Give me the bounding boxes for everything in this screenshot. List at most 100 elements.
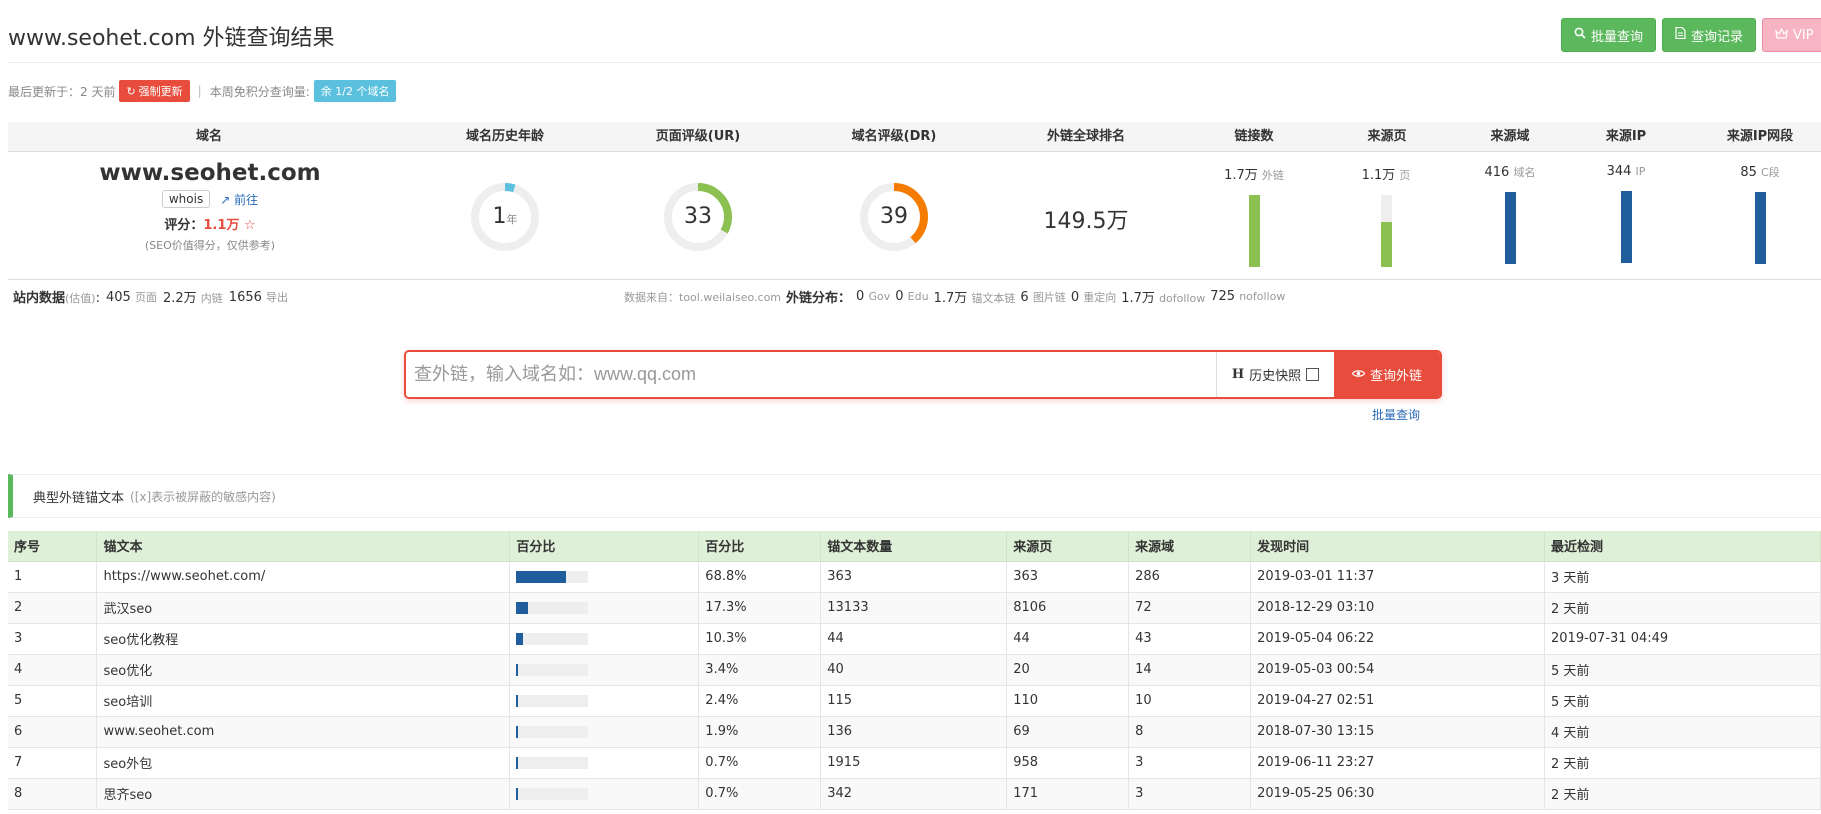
row-ref-domains: 8 xyxy=(1128,716,1252,748)
weekly-free-badge: 余 1/2 个域名 xyxy=(313,80,397,102)
crown-icon xyxy=(1775,27,1788,43)
query-history-button[interactable]: 查询记录 xyxy=(1662,18,1757,52)
col-found-time[interactable]: 发现时间 xyxy=(1250,531,1546,562)
table-row: 2 武汉seo 17.3% 13133 8106 72 2018-12-29 03:10 2 … xyxy=(8,592,1821,624)
ur-gauge: 33 xyxy=(663,182,733,252)
last-update-text: 最后更新于：2 天前 xyxy=(8,84,116,99)
age-gauge: 1年 xyxy=(470,182,540,252)
row-anchor-count: 363 xyxy=(820,561,1008,593)
percent-bar xyxy=(516,756,589,769)
search-submit-label: 查询外链 xyxy=(1369,369,1422,384)
row-anchor-text: https://www.seohet.com/ xyxy=(96,561,511,593)
site-data: 站内数据(估值): 405 页面 2.2万 内链 1656 导出 xyxy=(13,287,289,307)
header-ref-pages: 来源页 xyxy=(1367,129,1407,144)
goto-link[interactable]: ↗ 前往 xyxy=(220,191,258,208)
row-anchor-count: 115 xyxy=(820,685,1008,717)
stats-header: 域名 域名历史年龄 页面评级(UR) 域名评级(DR) 外链全球排名 链接数 来… xyxy=(8,122,1821,152)
table-row: 6 www.seohet.com 1.9% 136 69 8 2018-07-30 13:1… xyxy=(8,716,1821,748)
data-source: 数据来自：tool.weilaiseo.com xyxy=(624,290,782,304)
row-percent: 0.7% xyxy=(698,747,822,779)
document-icon xyxy=(1675,26,1686,43)
score-value: 1.1万 xyxy=(203,218,240,233)
vip-label: VIP xyxy=(1793,27,1814,43)
header-ref-domains: 来源域 xyxy=(1490,129,1530,144)
percent-bar-fill xyxy=(516,632,524,645)
row-ref-pages: 69 xyxy=(1006,716,1130,748)
row-anchor-count: 40 xyxy=(820,654,1008,686)
weekly-free-label: 本周免积分查询量: xyxy=(209,84,310,99)
row-last-checked: 5 天前 xyxy=(1544,654,1821,686)
row-ref-pages: 8106 xyxy=(1006,592,1130,624)
row-percent-bar xyxy=(509,654,700,686)
history-checkbox[interactable] xyxy=(1306,368,1320,381)
row-index: 3 xyxy=(8,623,98,655)
col-last-checked[interactable]: 最近检测 xyxy=(1544,531,1821,562)
search-bar: H 历史快照 查询外链 xyxy=(404,350,1442,399)
dr-value: 39 xyxy=(880,204,908,229)
eye-icon xyxy=(1351,367,1366,382)
site-internal: 2.2万 内链 xyxy=(162,291,223,306)
ref-subnets-bar: 85 C段 xyxy=(1700,164,1820,264)
row-percent: 0.7% xyxy=(698,778,822,810)
col-anchor-text[interactable]: 锚文本 xyxy=(96,531,511,562)
separator: | xyxy=(197,84,202,98)
page-title: www.seohet.com 外链查询结果 xyxy=(8,26,335,51)
row-ref-domains: 14 xyxy=(1128,654,1252,686)
history-snapshot-option[interactable]: H 历史快照 xyxy=(1216,352,1334,397)
row-found-time: 2019-03-01 11:37 xyxy=(1250,561,1546,593)
ref-pages-bar: 1.1万 页 xyxy=(1326,164,1446,267)
row-index: 6 xyxy=(8,716,98,748)
force-update-button[interactable]: ↻ 强制更新 xyxy=(119,80,190,102)
whois-button[interactable]: whois xyxy=(161,190,211,208)
batch-query-link[interactable]: 批量查询 xyxy=(1372,406,1420,423)
col-index[interactable]: 序号 xyxy=(8,531,98,562)
row-percent-bar xyxy=(509,561,700,593)
row-percent: 68.8% xyxy=(698,561,822,593)
row-ref-pages: 363 xyxy=(1006,561,1130,593)
col-anchor-count[interactable]: 锚文本数量 xyxy=(820,531,1008,562)
row-anchor-text: seo培训 xyxy=(96,685,511,717)
header-ref-subnets: 来源IP网段 xyxy=(1726,129,1794,144)
site-outbound: 1656 导出 xyxy=(228,289,289,305)
row-index: 1 xyxy=(8,561,98,593)
header-ur: 页面评级(UR) xyxy=(655,129,741,144)
percent-bar-fill xyxy=(516,663,519,676)
row-percent-bar xyxy=(509,623,700,655)
dist-edu: 0 Edu xyxy=(895,289,929,304)
global-rank-value: 149.5万 xyxy=(1043,209,1129,234)
search-icon xyxy=(1574,27,1586,43)
row-found-time: 2019-05-25 06:30 xyxy=(1250,778,1546,810)
header-rank: 外链全球排名 xyxy=(1046,129,1126,144)
ref-ips-value: 344 IP xyxy=(1606,164,1646,179)
row-ref-domains: 43 xyxy=(1128,623,1252,655)
table-row: 1 https://www.seohet.com/68.8% 363 363 286 20… xyxy=(8,561,1821,593)
col-ref-pages[interactable]: 来源页 xyxy=(1006,531,1130,562)
row-last-checked: 2 天前 xyxy=(1544,778,1821,810)
age-value: 1年 xyxy=(492,204,518,229)
search-input[interactable] xyxy=(406,352,1216,397)
domain-links: whois ↗ 前往 xyxy=(80,190,340,208)
row-found-time: 2019-05-03 00:54 xyxy=(1250,654,1546,686)
star-icon[interactable]: ☆ xyxy=(244,218,256,233)
refresh-icon: ↻ xyxy=(126,84,136,98)
row-percent: 3.4% xyxy=(698,654,822,686)
row-ref-pages: 958 xyxy=(1006,747,1130,779)
percent-bar-fill xyxy=(516,570,567,583)
score-label: 评分： xyxy=(164,218,204,233)
row-anchor-text: 武汉seo xyxy=(96,592,511,624)
vip-button[interactable]: VIP xyxy=(1762,18,1821,52)
row-anchor-count: 1915 xyxy=(820,747,1008,779)
col-percent-bar[interactable]: 百分比 xyxy=(509,531,700,562)
row-last-checked: 4 天前 xyxy=(1544,716,1821,748)
col-ref-domains[interactable]: 来源域 xyxy=(1128,531,1252,562)
search-submit-button[interactable]: 查询外链 xyxy=(1334,352,1440,397)
domain-name: www.seohet.com xyxy=(99,160,321,186)
col-percent[interactable]: 百分比 xyxy=(698,531,822,562)
row-last-checked: 2019-07-31 04:49 xyxy=(1544,623,1821,655)
row-found-time: 2019-05-04 06:22 xyxy=(1250,623,1546,655)
row-anchor-count: 13133 xyxy=(820,592,1008,624)
site-data-note: (估值) xyxy=(65,292,96,305)
row-ref-pages: 171 xyxy=(1006,778,1130,810)
batch-query-button[interactable]: 批量查询 xyxy=(1561,18,1657,52)
anchor-section-title: 典型外链锚文本 xyxy=(33,490,125,506)
